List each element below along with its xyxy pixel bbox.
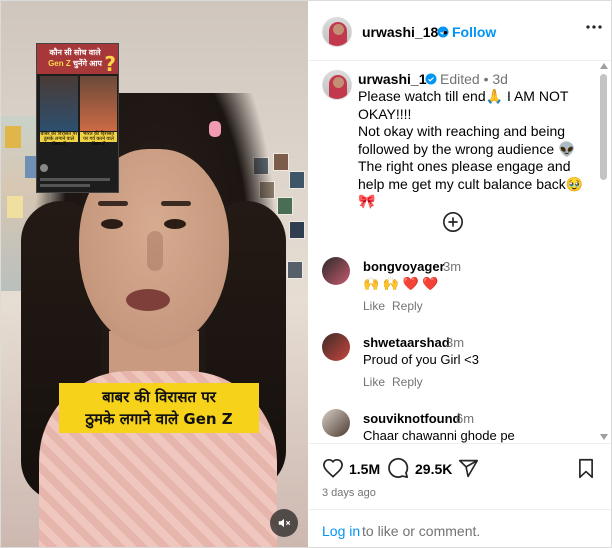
inset-photo-right: [80, 76, 117, 131]
heart-icon[interactable]: [322, 458, 344, 478]
commenter-avatar[interactable]: [322, 409, 350, 437]
banner-line-1: बाबर की विरासत पर: [102, 388, 216, 406]
login-prompt-text: to like or comment.: [362, 523, 481, 539]
comment-icon[interactable]: [387, 457, 409, 479]
scroll-down-arrow[interactable]: [600, 434, 608, 440]
inset-title: कौन सी सोच वाले Gen Z चुनेंगे आप: [48, 48, 102, 68]
commenter-avatar[interactable]: [322, 257, 350, 285]
comments-count[interactable]: 29.5K: [415, 461, 452, 477]
comment-text: Proud of you Girl <3: [363, 352, 479, 367]
hair-clip: [209, 121, 221, 137]
inset-caption-left: बाबर की विरासत पर ठुमके लगाने वाले Gen Z: [40, 131, 78, 147]
comment-reply-button[interactable]: Reply: [392, 299, 423, 313]
author-avatar[interactable]: [322, 17, 352, 47]
comment-time: 3m: [446, 335, 465, 350]
scroll-up-arrow[interactable]: [600, 63, 608, 69]
share-icon[interactable]: [458, 458, 479, 479]
caption-username[interactable]: urwashi_18: [358, 71, 434, 87]
person-mouth: [126, 289, 170, 311]
comment-like-button[interactable]: Like: [363, 299, 385, 313]
mute-button[interactable]: [270, 509, 298, 537]
more-horizontal-icon[interactable]: [586, 24, 602, 30]
inset-photo-left: [40, 76, 78, 131]
reel-video[interactable]: कौन सी सोच वाले Gen Z चुनेंगे आप ? बाबर …: [1, 1, 308, 547]
comment-time: 6m: [456, 411, 475, 426]
comment-text: 🙌 🙌 ❤️ ❤️: [363, 276, 439, 291]
comment-like-button[interactable]: Like: [363, 375, 385, 389]
inset-caption-right: भारत की विरासत पर गर्व करने वाले Gen Z: [80, 132, 117, 147]
comment-reply-button[interactable]: Reply: [392, 375, 423, 389]
comment-text: Chaar chawanni ghode pe: [363, 428, 515, 443]
likes-count[interactable]: 1.5M: [349, 461, 380, 477]
inset-question-mark: ?: [104, 52, 116, 76]
banner-line-2: ठुमके लगाने वाले Gen Z: [85, 410, 233, 428]
header-separator: •: [443, 24, 448, 40]
inset-thumbnail: कौन सी सोच वाले Gen Z चुनेंगे आप ? बाबर …: [36, 43, 119, 193]
plus-circle-icon[interactable]: [442, 211, 464, 233]
caption-author-avatar[interactable]: [322, 70, 352, 100]
comment-username[interactable]: souviknotfound: [363, 411, 461, 426]
post-date: 3 days ago: [322, 487, 376, 499]
login-link[interactable]: Log in: [322, 523, 360, 539]
speaker-muted-icon: [278, 518, 291, 528]
comment-time: 3m: [443, 259, 462, 274]
bookmark-icon[interactable]: [578, 458, 594, 479]
comment-username[interactable]: bongvoyager: [363, 259, 445, 274]
caption-meta: Edited • 3d: [440, 71, 508, 87]
caption-text: Please watch till end🙏 I AM NOT OKAY!!!!…: [358, 88, 584, 209]
commenter-avatar[interactable]: [322, 333, 350, 361]
verified-badge-icon: [425, 73, 437, 85]
comment-username[interactable]: shwetaarshad: [363, 335, 450, 350]
comments-scrollbar-thumb[interactable]: [600, 74, 607, 180]
follow-button[interactable]: Follow: [452, 24, 496, 40]
author-username[interactable]: urwashi_18: [362, 24, 438, 40]
